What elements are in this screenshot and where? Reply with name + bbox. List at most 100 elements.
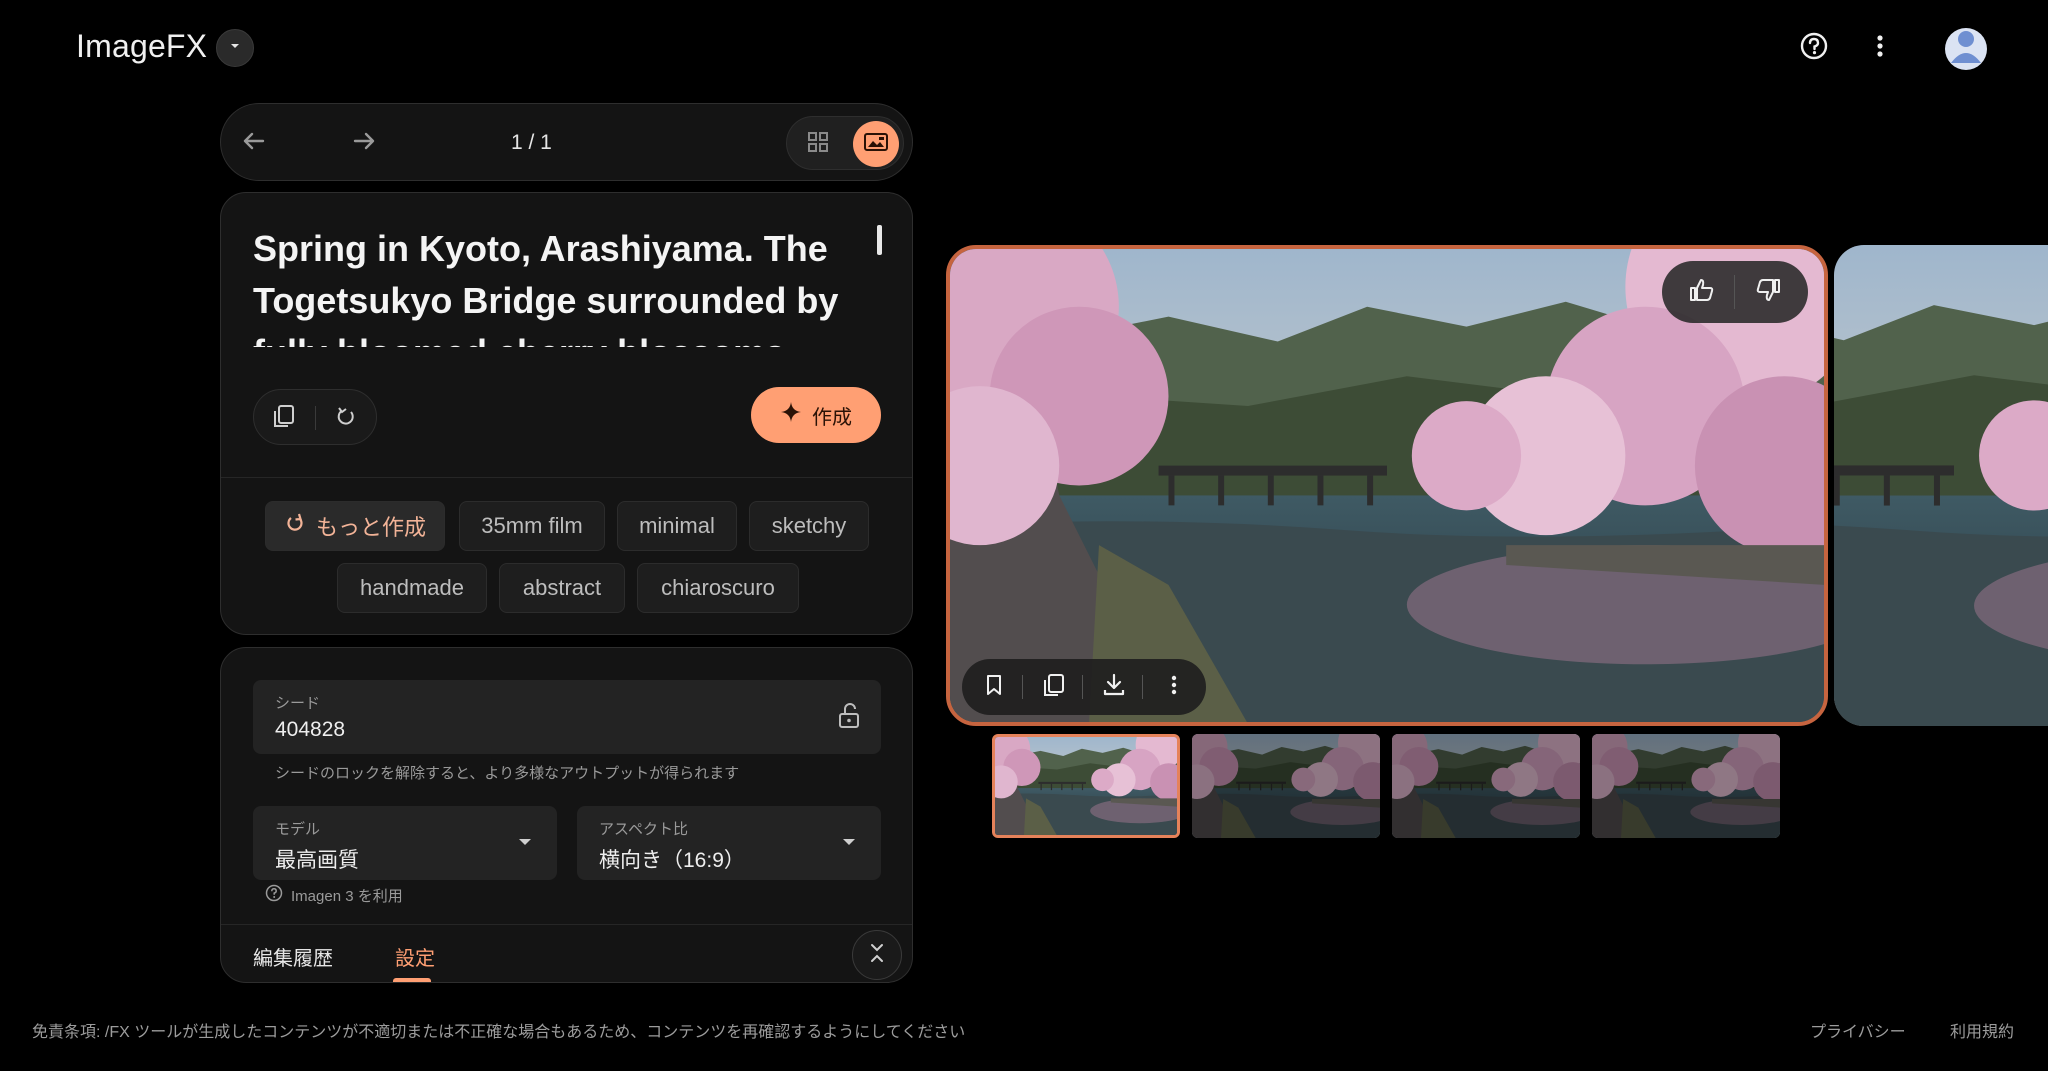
thumbnail-picture — [1592, 734, 1780, 838]
image-more-button[interactable] — [1158, 671, 1190, 703]
more-create-button[interactable]: もっと作成 — [265, 501, 445, 551]
next-image-preview[interactable] — [1834, 245, 2048, 726]
style-chip[interactable]: minimal — [617, 501, 737, 551]
image-actions — [962, 659, 1206, 715]
save-button[interactable] — [978, 671, 1010, 703]
arrow-right-icon — [351, 128, 377, 159]
caret-down-icon — [839, 832, 859, 857]
help-circle-icon — [265, 884, 283, 906]
thumbs-down-button[interactable] — [1752, 276, 1784, 308]
thumbs-down-icon — [1754, 276, 1782, 309]
model-value: 最高画質 — [275, 849, 359, 872]
rating-divider — [1734, 275, 1735, 309]
model-select[interactable]: モデル 最高画質 — [253, 806, 557, 880]
thumbnail-picture — [1192, 734, 1380, 838]
style-chip[interactable]: chiaroscuro — [637, 563, 799, 613]
more-create-label: もっと作成 — [315, 515, 426, 540]
grid-view-button[interactable] — [797, 123, 839, 165]
more-vert-icon — [1162, 673, 1186, 702]
thumbnail-2[interactable] — [1192, 734, 1380, 838]
style-chip[interactable]: abstract — [499, 563, 625, 613]
refresh-icon — [284, 512, 306, 540]
tab-settings[interactable]: 設定 — [395, 942, 435, 971]
model-dropdown-arrow — [509, 828, 541, 860]
thumbnail-1[interactable] — [992, 734, 1180, 838]
help-icon — [1799, 31, 1829, 66]
style-chip[interactable]: sketchy — [749, 501, 869, 551]
rating-controls — [1662, 261, 1808, 323]
app-menu-dropdown-button[interactable] — [216, 29, 254, 67]
settings-divider — [221, 924, 912, 925]
bookmark-icon — [982, 673, 1006, 702]
download-button[interactable] — [1098, 671, 1130, 703]
create-label: 作成 — [812, 406, 852, 429]
prompt-input[interactable]: Spring in Kyoto, Arashiyama. The Togetsu… — [253, 223, 853, 347]
caret-down-icon — [515, 832, 535, 857]
user-avatar[interactable] — [1945, 28, 1987, 70]
arrow-left-icon — [241, 128, 267, 159]
style-chip[interactable]: 35mm film — [459, 501, 605, 551]
prompt-panel: Spring in Kyoto, Arashiyama. The Togetsu… — [220, 192, 913, 635]
reset-prompt-button[interactable] — [330, 402, 362, 434]
privacy-link[interactable]: プライバシー — [1810, 1018, 1906, 1042]
page-count: 1 / 1 — [511, 131, 552, 154]
aspect-ratio-value: 横向き（16:9） — [599, 849, 745, 872]
seed-helper-text: シードのロックを解除すると、より多様なアウトプットが得られます — [275, 765, 740, 782]
lock-open-icon — [835, 702, 863, 735]
create-button[interactable]: 作成 — [751, 387, 881, 443]
settings-panel: シード 404828 シードのロックを解除すると、より多様なアウトプットが得られ… — [220, 647, 913, 983]
imagen-note-text: Imagen 3 を利用 — [291, 887, 403, 905]
grid-icon — [806, 130, 830, 159]
refresh-icon — [334, 404, 358, 433]
chevron-down-icon — [227, 38, 243, 59]
next-image-picture — [1834, 245, 2048, 726]
next-button[interactable] — [349, 128, 379, 158]
view-mode-toggle — [786, 116, 904, 170]
copy-image-button[interactable] — [1038, 671, 1070, 703]
action-divider — [1082, 675, 1083, 699]
action-divider — [1022, 675, 1023, 699]
copy-icon — [1041, 672, 1067, 703]
thumbnail-picture — [995, 737, 1177, 835]
active-tab-indicator — [393, 978, 431, 982]
previous-button[interactable] — [239, 128, 269, 158]
model-label: モデル — [275, 821, 321, 838]
style-chip[interactable]: handmade — [337, 563, 487, 613]
seed-value: 404828 — [275, 718, 346, 741]
thumbnail-picture — [1392, 734, 1580, 838]
single-view-button[interactable] — [853, 121, 899, 167]
thumbnail-4[interactable] — [1592, 734, 1780, 838]
more-vert-icon — [1865, 31, 1895, 66]
seed-label: シード — [275, 695, 321, 712]
generated-image[interactable] — [946, 245, 1828, 726]
tools-divider — [315, 406, 316, 430]
seed-field[interactable]: シード 404828 — [253, 680, 881, 754]
imagen-note: Imagen 3 を利用 — [265, 884, 403, 906]
image-view-icon — [863, 129, 889, 160]
aspect-ratio-select[interactable]: アスペクト比 横向き（16:9） — [577, 806, 881, 880]
thumbs-up-icon — [1688, 276, 1716, 309]
prompt-tools — [253, 389, 377, 445]
download-icon — [1101, 672, 1127, 703]
tab-edit-history[interactable]: 編集履歴 — [253, 942, 333, 971]
copy-prompt-button[interactable] — [268, 402, 300, 434]
help-button[interactable] — [1796, 30, 1832, 66]
panel-divider — [221, 477, 912, 478]
image-pager: 1 / 1 — [220, 103, 913, 181]
person-icon — [1945, 28, 1987, 70]
terms-link[interactable]: 利用規約 — [1950, 1018, 2014, 1042]
thumbs-up-button[interactable] — [1686, 276, 1718, 308]
prompt-scrollbar[interactable] — [877, 225, 882, 255]
action-divider — [1142, 675, 1143, 699]
aspect-ratio-label: アスペクト比 — [599, 821, 688, 838]
collapse-panel-button[interactable] — [852, 930, 902, 980]
thumbnail-3[interactable] — [1392, 734, 1580, 838]
aspect-dropdown-arrow — [833, 828, 865, 860]
app-title: ImageFX — [76, 28, 208, 64]
more-options-button[interactable] — [1862, 30, 1898, 66]
copy-icon — [271, 403, 297, 434]
collapse-icon — [865, 941, 889, 970]
seed-lock-button[interactable] — [833, 702, 865, 734]
sparkle-icon — [780, 401, 802, 429]
disclaimer-text: 免責条項: /FX ツールが生成したコンテンツが不適切または不正確な場合もあるた… — [32, 1024, 966, 1041]
